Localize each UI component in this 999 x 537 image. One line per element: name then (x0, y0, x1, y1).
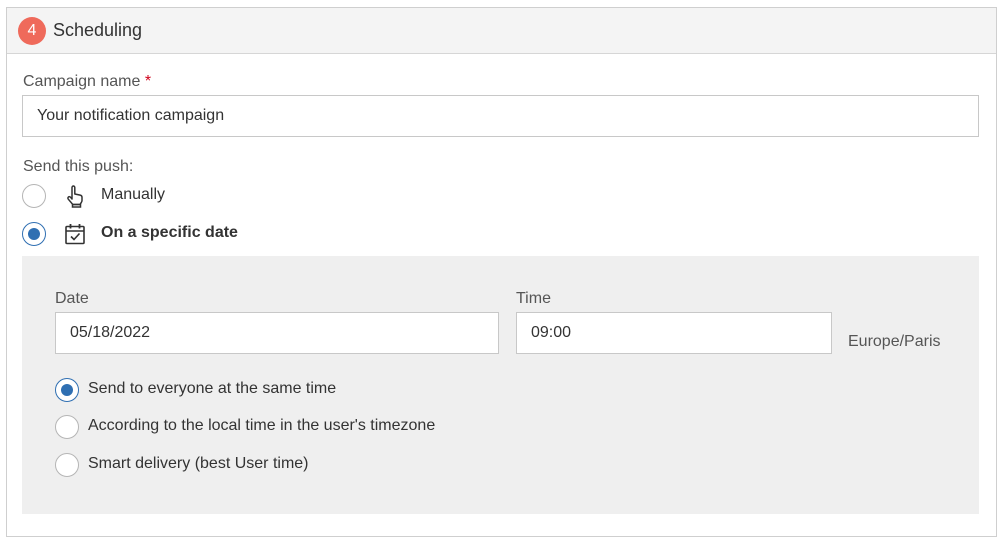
calendar-check-icon (65, 224, 85, 245)
campaign-name-input[interactable]: Your notification campaign (22, 95, 979, 137)
option-manually-label: Manually (101, 186, 166, 203)
option-specific-date-label: On a specific date (101, 224, 238, 241)
option-same-time-label: Send to everyone at the same time (88, 380, 337, 397)
radio-specific-date[interactable] (22, 222, 46, 246)
radio-same-time[interactable] (55, 378, 79, 402)
radio-local-time[interactable] (55, 415, 79, 439)
option-local-time-label: According to the local time in the user'… (88, 417, 436, 434)
radio-smart-delivery[interactable] (55, 453, 79, 477)
time-value: 09:00 (531, 324, 572, 341)
hand-pointer-icon (67, 185, 83, 208)
date-input[interactable]: 05/18/2022 (55, 312, 499, 354)
date-value: 05/18/2022 (70, 324, 151, 341)
time-label: Time (516, 290, 551, 307)
required-mark: * (144, 73, 152, 90)
timezone-label: Europe/Paris (848, 333, 941, 350)
radio-manually[interactable] (22, 184, 46, 208)
panel-title: Scheduling (53, 20, 143, 40)
campaign-name-label: Campaign name * (23, 73, 151, 91)
send-push-label: Send this push: (23, 158, 134, 175)
time-input[interactable]: 09:00 (516, 312, 832, 354)
campaign-name-label-text: Campaign name (23, 73, 141, 90)
panel-header: 4 Scheduling (7, 8, 996, 54)
date-label: Date (55, 290, 89, 307)
step-badge: 4 (18, 16, 46, 45)
campaign-name-value: Your notification campaign (37, 107, 225, 124)
option-smart-delivery-label: Smart delivery (best User time) (88, 455, 309, 472)
